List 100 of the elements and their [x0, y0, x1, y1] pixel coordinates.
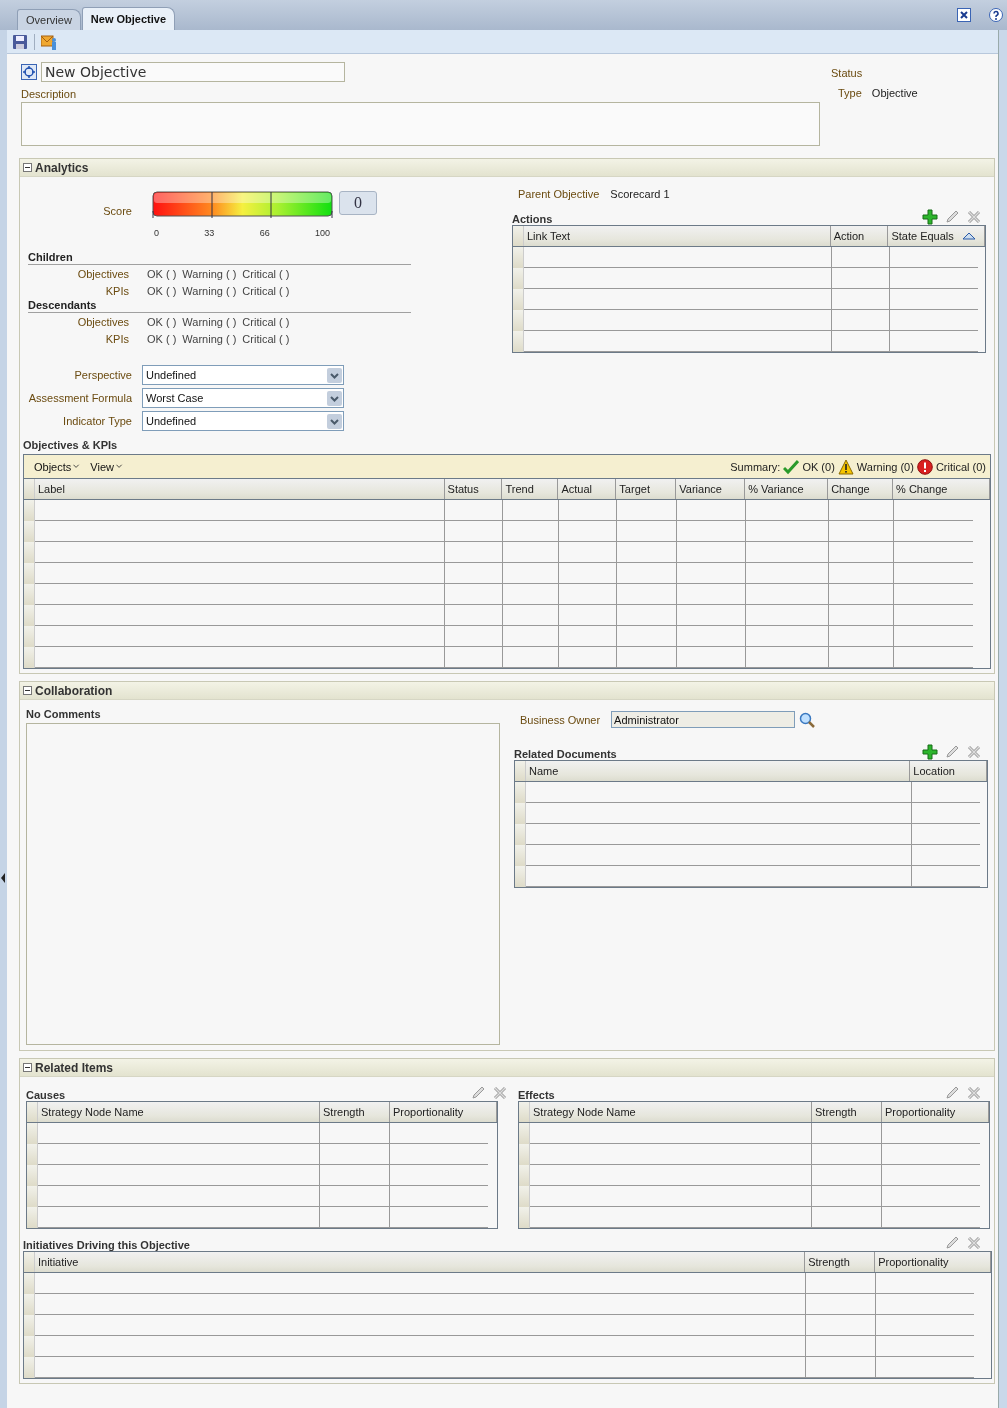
sort-ascending-icon[interactable] — [961, 232, 976, 240]
column-header[interactable]: Strength — [805, 1252, 876, 1272]
search-icon[interactable] — [799, 711, 816, 728]
row-selector[interactable] — [24, 479, 35, 499]
row-selector[interactable] — [515, 782, 526, 803]
add-icon[interactable] — [922, 744, 938, 760]
menu-button[interactable]: Objects — [34, 460, 81, 473]
row-selector[interactable] — [519, 1123, 530, 1144]
table-cell — [559, 563, 617, 584]
row-selector[interactable] — [24, 1336, 35, 1357]
row-selector[interactable] — [24, 1273, 35, 1294]
column-header[interactable]: Label — [35, 479, 445, 499]
column-header[interactable]: Proportionality — [875, 1252, 991, 1272]
row-selector[interactable] — [515, 824, 526, 845]
row-selector[interactable] — [27, 1186, 38, 1207]
column-header[interactable]: Proportionality — [390, 1102, 497, 1122]
column-header[interactable]: Strength — [320, 1102, 390, 1122]
column-header[interactable]: Initiative — [35, 1252, 806, 1272]
row-selector[interactable] — [24, 626, 35, 647]
row-selector[interactable] — [24, 1252, 35, 1272]
row-selector[interactable] — [515, 866, 526, 887]
row-selector[interactable] — [515, 845, 526, 866]
column-header[interactable]: Action — [830, 226, 889, 246]
column-header[interactable]: Variance — [676, 479, 746, 499]
column-header[interactable]: Link Text — [523, 226, 831, 246]
delete-icon[interactable] — [966, 209, 982, 225]
row-selector[interactable] — [515, 761, 526, 781]
tab[interactable]: New Objective — [81, 7, 176, 30]
comments-area[interactable] — [26, 723, 500, 1045]
row-selector[interactable] — [24, 584, 35, 605]
column-header[interactable]: Location — [910, 761, 987, 781]
owner-field[interactable]: Administrator — [611, 711, 796, 728]
table-cell — [617, 542, 677, 563]
table-cell — [677, 521, 746, 542]
row-selector[interactable] — [513, 247, 524, 268]
collapse-icon[interactable] — [23, 163, 32, 172]
row-selector[interactable] — [513, 289, 524, 310]
row-selector[interactable] — [24, 1357, 35, 1378]
delete-icon[interactable] — [966, 1085, 982, 1101]
column-header[interactable]: Change — [828, 479, 894, 499]
row-selector[interactable] — [27, 1165, 38, 1186]
column-header[interactable]: % Change — [893, 479, 990, 499]
column-header[interactable]: Actual — [558, 479, 617, 499]
column-header[interactable]: % Variance — [745, 479, 829, 499]
row-selector[interactable] — [27, 1123, 38, 1144]
save-icon[interactable] — [12, 33, 28, 50]
description-field[interactable] — [21, 102, 820, 146]
row-selector[interactable] — [27, 1102, 38, 1122]
row-selector[interactable] — [24, 1315, 35, 1336]
column-header[interactable]: Target — [616, 479, 677, 499]
table-cell — [677, 584, 746, 605]
table-cell — [617, 647, 677, 668]
tab[interactable]: Overview — [17, 9, 81, 30]
collapse-icon[interactable] — [23, 686, 32, 695]
column-header[interactable]: Strategy Node Name — [38, 1102, 320, 1122]
column-header[interactable]: State Equals — [888, 226, 985, 246]
delete-icon[interactable] — [966, 744, 982, 760]
row-selector[interactable] — [519, 1207, 530, 1228]
row-selector[interactable] — [513, 310, 524, 331]
name-field[interactable]: New Objective — [41, 62, 345, 82]
row-selector[interactable] — [27, 1144, 38, 1165]
row-selector[interactable] — [519, 1144, 530, 1165]
expand-arrow-icon[interactable] — [0, 872, 6, 884]
envelope-person-icon[interactable] — [41, 33, 57, 50]
status-count: OK ( ) — [147, 315, 177, 328]
status-count: Warning ( ) — [182, 267, 237, 280]
row-selector[interactable] — [24, 542, 35, 563]
row-selector[interactable] — [24, 563, 35, 584]
dropdown[interactable]: Undefined — [142, 411, 344, 431]
delete-icon[interactable] — [492, 1085, 508, 1101]
row-selector[interactable] — [24, 647, 35, 668]
column-header[interactable]: Strength — [812, 1102, 882, 1122]
column-header[interactable]: Name — [525, 761, 911, 781]
row-selector[interactable] — [24, 521, 35, 542]
row-selector[interactable] — [519, 1165, 530, 1186]
collapse-icon[interactable] — [23, 1063, 32, 1072]
row-selector[interactable] — [515, 803, 526, 824]
row-selector[interactable] — [513, 268, 524, 289]
close-icon[interactable] — [957, 8, 971, 22]
row-selector[interactable] — [27, 1207, 38, 1228]
row-selector[interactable] — [519, 1102, 530, 1122]
column-header[interactable]: Strategy Node Name — [530, 1102, 812, 1122]
row-selector[interactable] — [24, 1294, 35, 1315]
row-selector[interactable] — [519, 1186, 530, 1207]
add-icon[interactable] — [922, 209, 938, 225]
row-selector[interactable] — [24, 500, 35, 521]
row-selector[interactable] — [513, 331, 524, 352]
column-header[interactable]: Proportionality — [882, 1102, 989, 1122]
row-selector[interactable] — [513, 226, 524, 246]
column-header[interactable]: Trend — [502, 479, 559, 499]
dropdown[interactable]: Worst Case — [142, 388, 344, 408]
field-value: Objective — [871, 87, 918, 99]
field-label: Status — [831, 67, 864, 79]
row-selector[interactable] — [24, 605, 35, 626]
help-icon[interactable] — [989, 8, 1003, 22]
dropdown[interactable]: Undefined — [142, 365, 344, 385]
delete-icon[interactable] — [966, 1235, 982, 1251]
column-header[interactable]: Status — [444, 479, 503, 499]
table-cell — [829, 542, 894, 563]
menu-button[interactable]: View — [90, 460, 123, 473]
